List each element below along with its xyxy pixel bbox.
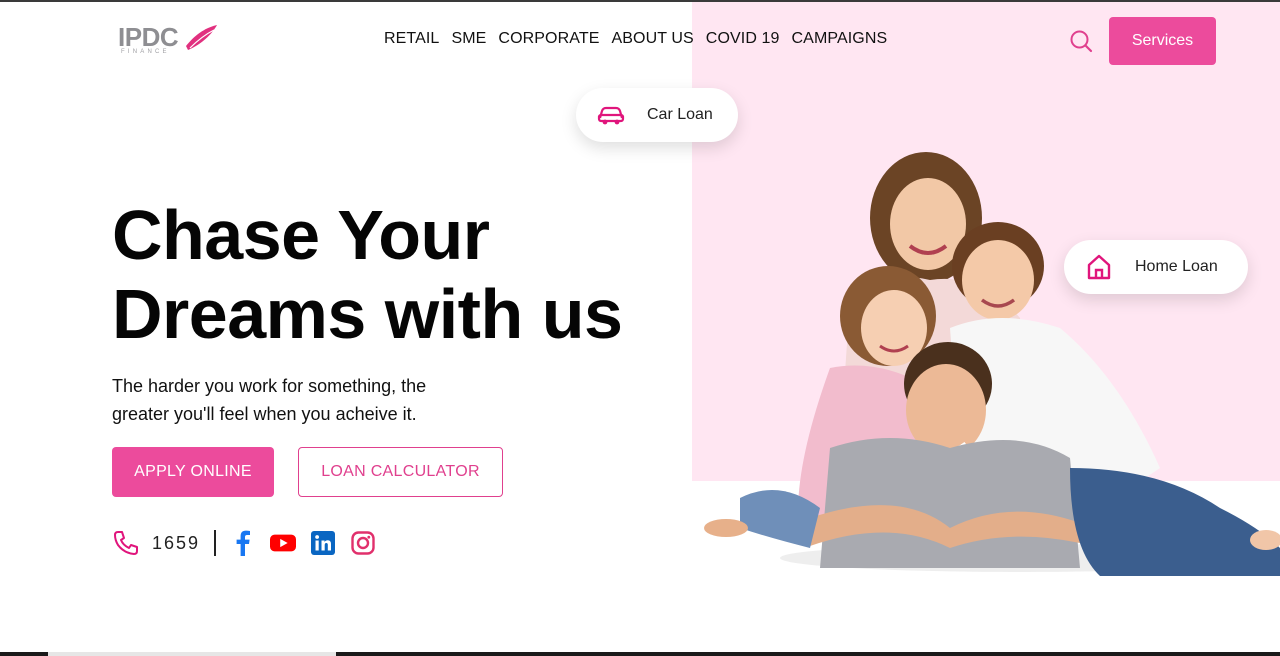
- hotline-number[interactable]: 1659: [152, 533, 200, 554]
- nav-item-about-us[interactable]: ABOUT US: [611, 30, 693, 48]
- nav-item-retail[interactable]: RETAIL: [384, 30, 439, 48]
- youtube-icon: [270, 534, 297, 552]
- nav-item-sme[interactable]: SME: [451, 30, 486, 48]
- contact-divider: [214, 530, 217, 556]
- facebook-link[interactable]: [230, 530, 256, 556]
- feather-logo-icon: [186, 25, 217, 50]
- home-loan-label: Home Loan: [1135, 258, 1218, 275]
- phone-icon: [114, 531, 138, 555]
- ipdc-logo[interactable]: IPDC FINANCE: [118, 22, 218, 58]
- home-icon: [1084, 252, 1114, 282]
- search-icon: [1070, 30, 1093, 53]
- apply-online-button[interactable]: APPLY ONLINE: [112, 447, 274, 497]
- car-icon: [596, 100, 626, 130]
- hero-subtitle-line1: The harder you work for something, the: [112, 376, 427, 396]
- nav-item-covid-19[interactable]: COVID 19: [706, 30, 780, 48]
- hero-title-line2: Dreams with us: [112, 275, 623, 353]
- hero-subtitle-line2: greater you'll feel when you acheive it.: [112, 404, 417, 424]
- instagram-icon: [351, 531, 375, 555]
- hero-title: Chase Your Dreams with us: [112, 196, 672, 354]
- nav-item-campaigns[interactable]: CAMPAIGNS: [792, 30, 888, 48]
- slider-progress-indicator: [48, 652, 336, 656]
- page: IPDC FINANCE RETAIL SME CORPORATE ABOUT …: [0, 0, 1280, 656]
- instagram-link[interactable]: [350, 530, 376, 556]
- facebook-icon: [236, 530, 251, 556]
- linkedin-icon: [311, 531, 336, 555]
- home-loan-chip[interactable]: Home Loan: [1064, 240, 1248, 294]
- hero-title-line1: Chase Your: [112, 196, 490, 274]
- car-loan-label: Car Loan: [647, 106, 713, 123]
- contact-row: 1659: [112, 529, 376, 557]
- car-loan-chip[interactable]: Car Loan: [576, 88, 738, 142]
- loan-calculator-button[interactable]: LOAN CALCULATOR: [298, 447, 503, 497]
- linkedin-link[interactable]: [310, 530, 336, 556]
- family-photo: [704, 152, 1280, 576]
- youtube-link[interactable]: [270, 530, 297, 556]
- logo-subtext: FINANCE: [121, 49, 170, 55]
- main-nav: RETAIL SME CORPORATE ABOUT US COVID 19 C…: [384, 30, 887, 48]
- nav-item-corporate[interactable]: CORPORATE: [498, 30, 599, 48]
- services-button[interactable]: Services: [1109, 17, 1216, 65]
- hero-subtitle: The harder you work for something, the g…: [112, 372, 532, 428]
- search-button[interactable]: [1068, 28, 1094, 54]
